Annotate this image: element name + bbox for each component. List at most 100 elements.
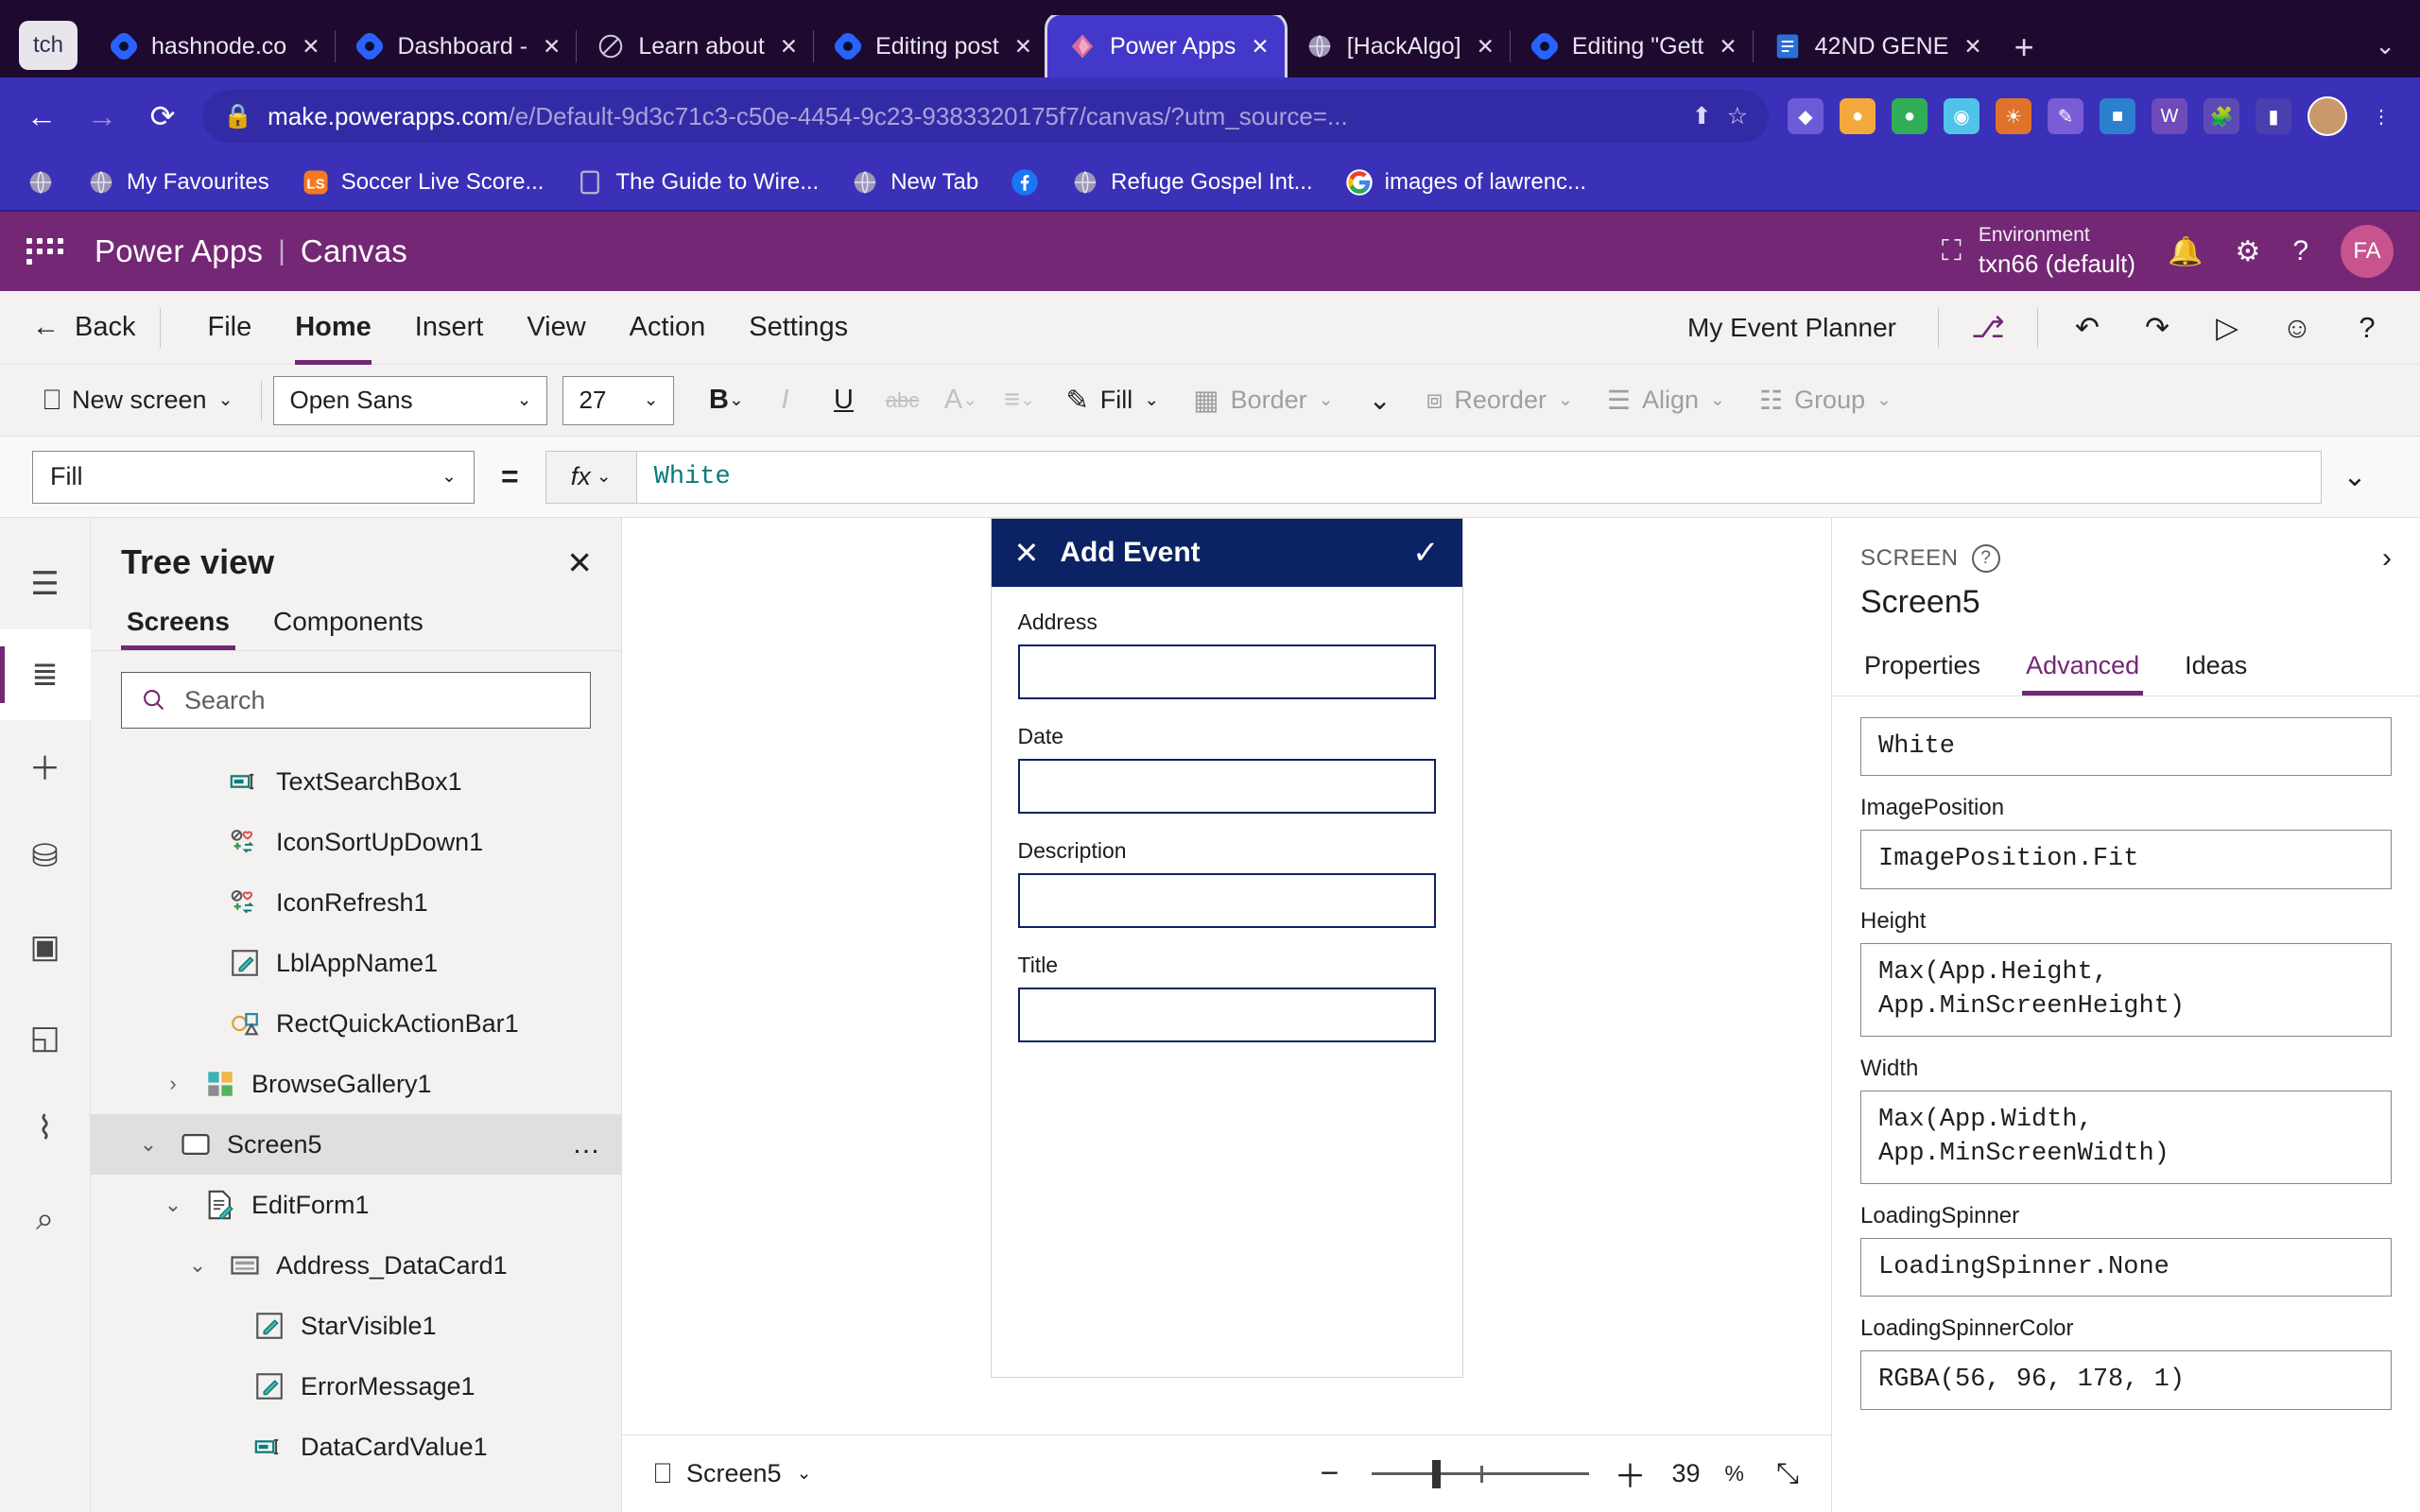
close-icon[interactable]: ✕ — [1719, 34, 1737, 60]
new-screen-button[interactable]: ⎕ New screen ⌄ — [26, 385, 250, 417]
property-value-input[interactable]: Max(App.Width, App.MinScreenWidth) — [1860, 1090, 2392, 1184]
zoom-in-button[interactable]: ＋ — [1614, 1451, 1648, 1497]
browser-profile-avatar[interactable] — [2308, 96, 2347, 136]
bookmark-item-2[interactable]: LS Soccer Live Score... — [290, 168, 556, 197]
bookmark-item-5[interactable] — [999, 168, 1050, 197]
close-icon[interactable]: ✕ — [1014, 34, 1032, 60]
form-field-input[interactable] — [1017, 873, 1436, 928]
extension-icon-1[interactable]: ◆ — [1788, 98, 1824, 134]
formula-input[interactable]: White — [635, 450, 2322, 504]
media-icon[interactable]: ▣ — [0, 902, 91, 992]
extension-icon-7[interactable]: ■ — [2100, 98, 2135, 134]
extension-icon-2[interactable]: ● — [1840, 98, 1876, 134]
help-icon[interactable]: ? — [2346, 311, 2388, 345]
close-icon[interactable]: ✕ — [1014, 535, 1040, 571]
canvas-stage[interactable]: ✕ Add Event ✓ Address Date Description Titl… — [622, 518, 1831, 1435]
property-value-input[interactable]: LoadingSpinner.None — [1860, 1237, 2392, 1297]
browser-tab-0[interactable]: hashnode.co ✕ — [89, 15, 335, 77]
bookmark-item-0[interactable] — [15, 168, 66, 197]
tree-item-datacardvalue1[interactable]: DataCardValue1 — [91, 1417, 621, 1477]
chevron-toggle-icon[interactable]: › — [157, 1072, 189, 1096]
profile-chip[interactable]: tch — [19, 21, 78, 70]
zoom-slider-thumb[interactable] — [1431, 1459, 1441, 1488]
hamburger-icon[interactable]: ☰ — [0, 539, 91, 629]
new-tab-button[interactable]: + — [2014, 30, 2034, 64]
screen-selector[interactable]: ⎕ Screen5 ⌄ — [654, 1458, 812, 1490]
font-color-button[interactable]: A ⌄ — [931, 374, 990, 427]
browser-tab-3[interactable]: Editing post ✕ — [813, 15, 1047, 77]
tree-tab-screens[interactable]: Screens — [121, 592, 235, 650]
property-value-input[interactable]: White — [1860, 717, 2392, 777]
tree-item-rectquickactionbar1[interactable]: RectQuickActionBar1 — [91, 993, 621, 1054]
properties-tab-ideas[interactable]: Ideas — [2181, 638, 2251, 696]
help-question-icon[interactable]: ? — [2292, 235, 2308, 267]
undo-icon[interactable]: ↶ — [2066, 311, 2108, 345]
formula-expand-icon[interactable]: ⌄ — [2322, 460, 2388, 493]
share-icon[interactable]: ⬆ — [1692, 102, 1712, 130]
property-value-input[interactable]: RGBA(56, 96, 178, 1) — [1860, 1350, 2392, 1410]
close-icon[interactable]: ✕ — [543, 34, 561, 60]
extension-icon-3[interactable]: ● — [1892, 98, 1927, 134]
variables-icon[interactable]: ⌇ — [0, 1083, 91, 1174]
fit-to-screen-icon[interactable]: ⤡ — [1776, 1458, 1799, 1490]
help-icon[interactable]: ? — [1971, 544, 2000, 573]
close-icon[interactable]: ✕ — [1477, 34, 1495, 60]
property-select[interactable]: Fill ⌄ — [32, 450, 475, 504]
search-input[interactable]: Search — [121, 672, 591, 729]
properties-tab-advanced[interactable]: Advanced — [2022, 638, 2144, 696]
bookmark-item-1[interactable]: My Favourites — [76, 168, 281, 197]
form-field-input[interactable] — [1017, 988, 1436, 1042]
property-value-input[interactable]: ImagePosition.Fit — [1860, 830, 2392, 889]
group-button[interactable]: ☷ Group ⌄ — [1742, 385, 1909, 416]
bookmark-item-3[interactable]: The Guide to Wire... — [564, 168, 830, 197]
close-icon[interactable]: ✕ — [780, 34, 798, 60]
reorder-button[interactable]: ⧈ Reorder ⌄ — [1409, 385, 1590, 416]
tree-item-errormessage1[interactable]: ErrorMessage1 — [91, 1356, 621, 1417]
checker-flow-icon[interactable]: ⎇ — [1967, 311, 2009, 345]
ribbon-menu-file[interactable]: File — [185, 291, 273, 365]
share-user-icon[interactable]: ☺ — [2276, 311, 2318, 345]
reload-icon[interactable]: ⟳ — [142, 101, 183, 131]
chevron-toggle-icon[interactable]: ⌄ — [182, 1253, 214, 1278]
url-omnibox[interactable]: 🔒 make.powerapps.com/e/Default-9d3c71c3-… — [202, 90, 1769, 143]
sidebar-toggle-icon[interactable]: ▮ — [2256, 98, 2291, 134]
back-button[interactable]: ← Back — [32, 312, 160, 343]
bookmark-item-4[interactable]: New Tab — [839, 168, 990, 197]
border-button[interactable]: ▦ Border ⌄ — [1176, 384, 1350, 417]
italic-button[interactable]: I — [755, 374, 814, 427]
font-size-select[interactable]: 27 ⌄ — [562, 375, 675, 425]
environment-selector[interactable]: ⛶ Environment txn66 (default) — [1942, 222, 2135, 280]
close-icon[interactable]: ✕ — [1963, 34, 1981, 60]
more-options-icon[interactable]: … — [572, 1128, 602, 1160]
data-icon[interactable]: ⛁ — [0, 811, 91, 902]
browser-tab-7[interactable]: 42ND GENE ✕ — [1752, 15, 1997, 77]
ribbon-menu-view[interactable]: View — [505, 291, 607, 365]
bookmark-item-6[interactable]: Refuge Gospel Int... — [1060, 168, 1323, 197]
tree-item-browsegallery1[interactable]: › BrowseGallery1 — [91, 1054, 621, 1114]
close-icon[interactable]: ✕ — [566, 544, 593, 581]
close-icon[interactable]: ✕ — [1251, 34, 1269, 60]
waffle-icon[interactable] — [26, 238, 70, 265]
more-options-button[interactable]: ⌄ — [1351, 374, 1409, 427]
properties-tab-properties[interactable]: Properties — [1860, 638, 1984, 696]
user-avatar[interactable]: FA — [2341, 225, 2394, 278]
power-automate-icon[interactable]: ◱ — [0, 992, 91, 1083]
extension-puzzle-icon[interactable]: 🧩 — [2204, 98, 2239, 134]
browser-tab-2[interactable]: Learn about ✕ — [576, 15, 813, 77]
tree-item-address_datacard1[interactable]: ⌄ Address_DataCard1 — [91, 1235, 621, 1296]
forward-navigation-icon[interactable]: → — [81, 101, 123, 131]
extension-icon-6[interactable]: ✎ — [2048, 98, 2083, 134]
ribbon-menu-home[interactable]: Home — [273, 291, 393, 365]
tree-item-starvisible1[interactable]: StarVisible1 — [91, 1296, 621, 1356]
browser-tab-6[interactable]: Editing "Gett ✕ — [1509, 15, 1753, 77]
tree-item-iconsortupdown1[interactable]: IconSortUpDown1 — [91, 812, 621, 872]
fill-button[interactable]: ✎ Fill ⌄ — [1048, 384, 1176, 417]
ribbon-menu-insert[interactable]: Insert — [393, 291, 506, 365]
check-icon[interactable]: ✓ — [1412, 534, 1440, 572]
zoom-out-button[interactable]: − — [1313, 1455, 1347, 1492]
extension-icon-5[interactable]: ☀ — [1996, 98, 2031, 134]
chevron-toggle-icon[interactable]: ⌄ — [132, 1132, 164, 1157]
property-value-input[interactable]: Max(App.Height, App.MinScreenHeight) — [1860, 942, 2392, 1037]
close-icon[interactable]: ✕ — [302, 34, 320, 60]
bold-button[interactable]: B ⌄ — [697, 374, 755, 427]
